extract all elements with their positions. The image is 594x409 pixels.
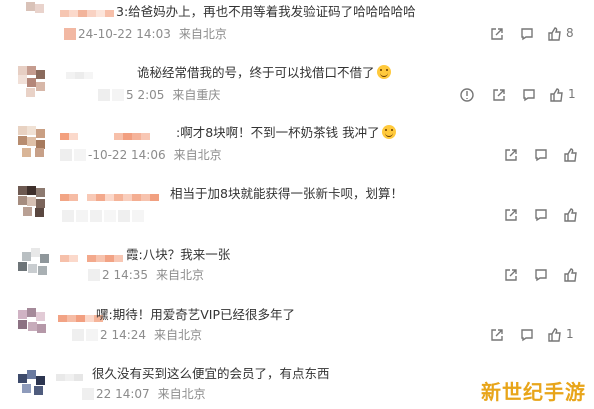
comment-icon xyxy=(535,149,547,162)
comment-meta: 2 14:24 来自北京 xyxy=(72,328,202,342)
report-icon xyxy=(460,88,474,102)
comment-location: 来自北京 xyxy=(178,27,227,41)
username[interactable] xyxy=(60,190,168,201)
comment-date: 22 14:07 xyxy=(96,387,150,401)
comment-text: 很久没有买到这么便宜的会员了，有点东西 xyxy=(92,366,330,381)
comment-button[interactable] xyxy=(534,207,550,223)
comment-text: :啊才8块啊！不到一杯奶茶钱 我冲了 xyxy=(176,125,396,141)
comment-actions: 1 xyxy=(460,87,584,103)
like-icon xyxy=(550,88,563,102)
like-icon xyxy=(564,148,577,162)
avatar[interactable] xyxy=(18,186,52,218)
comment-icon xyxy=(535,269,547,282)
like-button[interactable]: 1 xyxy=(550,87,576,103)
laughing-emoji-icon xyxy=(376,65,391,79)
like-count: 1 xyxy=(568,87,576,101)
share-icon xyxy=(491,28,503,40)
comment-meta: 24-10-22 14:03 来自北京 xyxy=(64,27,227,41)
avatar[interactable] xyxy=(18,370,52,396)
comment-date: 5 2:05 xyxy=(126,88,165,102)
comment-date: 2 14:24 xyxy=(100,328,147,342)
comment-date: 2 14:35 xyxy=(102,268,149,282)
comment-meta xyxy=(62,209,146,223)
watermark-logo: 新世纪手游 xyxy=(481,380,586,404)
username[interactable] xyxy=(66,68,126,79)
share-icon xyxy=(505,149,517,161)
avatar[interactable] xyxy=(18,126,52,158)
report-button[interactable] xyxy=(460,87,476,103)
comment-text-body: :啊才8块啊！不到一杯奶茶钱 我冲了 xyxy=(176,125,380,140)
like-count: 8 xyxy=(566,26,574,40)
share-button[interactable] xyxy=(504,147,520,163)
grinning-emoji-icon xyxy=(381,125,396,139)
username[interactable] xyxy=(56,370,92,381)
like-icon xyxy=(548,328,561,342)
like-button[interactable]: 1 xyxy=(548,327,574,343)
comment-actions: 8 xyxy=(490,26,584,42)
share-button[interactable] xyxy=(504,267,520,283)
comment-icon xyxy=(521,28,533,41)
username[interactable] xyxy=(60,129,170,140)
comment-button[interactable] xyxy=(522,87,538,103)
comment-text: 诡秘经常借我的号，终于可以找借口不借了 xyxy=(137,65,391,81)
comment-meta: 22 14:07 来自北京 xyxy=(82,387,206,401)
like-button[interactable] xyxy=(564,147,580,163)
comment-text: 相当于加8块就能获得一张新卡呗，划算！ xyxy=(170,186,403,201)
share-button[interactable] xyxy=(490,26,506,42)
share-icon xyxy=(505,269,517,281)
share-button[interactable] xyxy=(504,207,520,223)
share-button[interactable] xyxy=(492,87,508,103)
comment-meta: 5 2:05 来自重庆 xyxy=(98,88,220,102)
like-icon xyxy=(564,268,577,282)
comment-date: -10-22 14:06 xyxy=(88,148,166,162)
comment-actions xyxy=(504,207,584,223)
like-count: 1 xyxy=(566,327,574,341)
like-icon xyxy=(564,208,577,222)
comment-icon xyxy=(521,329,533,342)
like-icon xyxy=(548,27,561,41)
comment-button[interactable] xyxy=(520,327,536,343)
comment-location: 来自重庆 xyxy=(172,88,221,102)
comment-button[interactable] xyxy=(520,26,536,42)
avatar[interactable] xyxy=(18,0,52,14)
share-icon xyxy=(493,89,505,101)
comment-meta: -10-22 14:06 来自北京 xyxy=(60,148,222,162)
share-icon xyxy=(505,209,517,221)
like-button[interactable] xyxy=(564,207,580,223)
avatar[interactable] xyxy=(18,248,52,280)
comment-text: 3:给爸妈办上，再也不用等着我发验证码了哈哈哈哈哈 xyxy=(116,4,416,19)
comment-location: 来自北京 xyxy=(154,328,203,342)
comment-location: 来自北京 xyxy=(156,268,205,282)
avatar[interactable] xyxy=(18,308,52,340)
comment-icon xyxy=(535,209,547,222)
comment-actions xyxy=(504,267,584,283)
comment-actions: 1 xyxy=(490,327,584,343)
comment-location: 来自北京 xyxy=(157,387,206,401)
comment-date: 24-10-22 14:03 xyxy=(78,27,171,41)
comment-meta: 2 14:35 来自北京 xyxy=(88,268,204,282)
like-button[interactable] xyxy=(564,267,580,283)
username[interactable] xyxy=(60,6,115,17)
comment-text: 霞:八块？我来一张 xyxy=(126,247,231,262)
comment-icon xyxy=(523,89,535,102)
comment-button[interactable] xyxy=(534,147,550,163)
like-button[interactable]: 8 xyxy=(548,26,574,42)
share-icon xyxy=(491,329,503,341)
comment-text: 嘿:期待！用爱奇艺VIP已经很多年了 xyxy=(96,307,295,322)
comment-button[interactable] xyxy=(534,267,550,283)
comment-location: 来自北京 xyxy=(173,148,222,162)
comment-text-body: 诡秘经常借我的号，终于可以找借口不借了 xyxy=(137,65,375,80)
comment-actions xyxy=(504,147,584,163)
avatar[interactable] xyxy=(18,66,52,98)
share-button[interactable] xyxy=(490,327,506,343)
